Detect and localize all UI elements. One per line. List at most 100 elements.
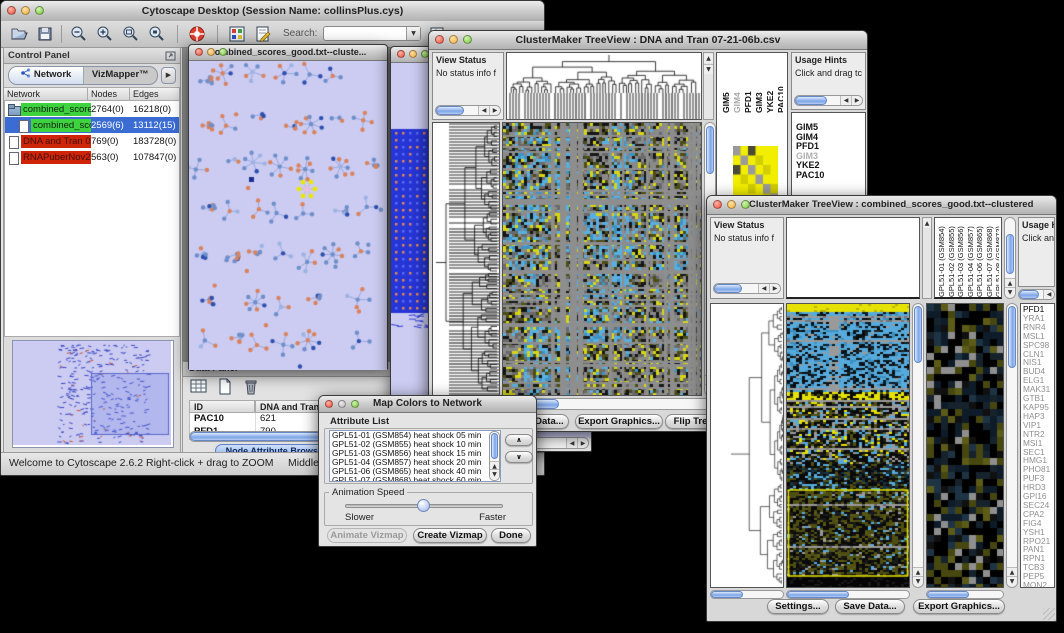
scroll-down-arrow[interactable]: ▼ (1005, 287, 1015, 297)
scrollbar-thumb[interactable] (436, 106, 464, 115)
column-dendrogram-canvas[interactable] (507, 53, 701, 119)
close-button[interactable] (325, 400, 333, 408)
attribute-list-vscrollbar[interactable]: ▲ ▼ (489, 431, 500, 481)
titlebar[interactable]: combined_scores_good.txt--cluste... (189, 45, 387, 61)
close-button[interactable] (7, 6, 16, 15)
scroll-down-arrow[interactable]: ▼ (913, 576, 923, 586)
zoom-out-icon[interactable] (69, 24, 89, 44)
zoom-window-button[interactable] (35, 6, 44, 15)
scrollbar-thumb[interactable] (714, 284, 742, 293)
save-data-button[interactable]: Save Data... (835, 599, 905, 614)
scrollbar-thumb[interactable] (706, 126, 714, 174)
scrollbar-thumb[interactable] (795, 96, 827, 105)
minimize-button[interactable] (338, 400, 346, 408)
search-dropdown-arrow[interactable]: ▼ (406, 27, 420, 40)
scrollbar-thumb[interactable] (1019, 290, 1039, 299)
open-file-icon[interactable] (9, 24, 29, 44)
scrollbar-thumb[interactable] (1008, 306, 1016, 368)
usage-hscrollbar[interactable]: ◀▶ (794, 95, 863, 106)
minimize-button[interactable] (409, 50, 417, 58)
column-label[interactable]: GPL51-08 (GSM872) (994, 219, 999, 297)
network-list-row[interactable]: DNA and Tran 07769(0)183728(0) (5, 133, 179, 149)
scrollbar-thumb[interactable] (711, 591, 743, 598)
zoom-hscrollbar[interactable] (926, 590, 1004, 599)
delete-attribute-icon[interactable] (241, 378, 261, 396)
select-attributes-icon[interactable] (189, 378, 209, 396)
zoom-window-button[interactable] (351, 400, 359, 408)
zoom-selected-icon[interactable] (147, 24, 167, 44)
network-canvas[interactable] (189, 61, 387, 370)
minimize-button[interactable] (449, 35, 458, 44)
slider-thumb[interactable] (417, 499, 430, 512)
save-icon[interactable] (35, 24, 55, 44)
column-label[interactable]: PAC10 (776, 55, 783, 113)
move-up-button[interactable]: ∧ (505, 434, 533, 446)
resize-grip[interactable] (1043, 608, 1055, 620)
close-button[interactable] (397, 50, 405, 58)
view-status-hscrollbar[interactable]: ◀▶ (435, 105, 501, 116)
scrollbar-thumb[interactable] (491, 433, 498, 459)
close-button[interactable] (195, 48, 203, 56)
dendrogram-hscrollbar[interactable] (710, 590, 784, 599)
settings-button[interactable]: Settings... (767, 599, 829, 614)
scroll-down-arrow[interactable]: ▼ (1007, 576, 1017, 586)
done-button[interactable]: Done (491, 528, 531, 543)
col-network[interactable]: Network (4, 87, 88, 101)
more-tabs-arrow[interactable]: ▶ (161, 67, 176, 84)
column-label[interactable]: GPL51-03 (GSM856) (956, 219, 966, 297)
attribute-listbox[interactable]: GPL51-01 (GSM854) heat shock 05 minGPL51… (329, 430, 501, 482)
labels-vscrollbar[interactable]: ▲ ▼ (1004, 217, 1016, 299)
view-status-hscrollbar[interactable]: ◀▶ (713, 283, 781, 294)
gene-label[interactable]: PAC10 (796, 171, 862, 181)
col-nodes[interactable]: Nodes (88, 87, 130, 101)
column-label[interactable]: GIM4 (732, 55, 743, 113)
scroll-down-arrow[interactable]: ▼ (704, 64, 713, 74)
gene-label[interactable]: MON2 (1023, 581, 1054, 588)
column-scroll-strip[interactable]: ▲ ▼ (703, 52, 714, 120)
scrollbar-thumb[interactable] (927, 591, 969, 598)
titlebar[interactable]: ClusterMaker TreeView : combined_scores_… (707, 196, 1056, 215)
move-down-button[interactable]: ∨ (505, 451, 533, 463)
scrollbar-thumb[interactable] (914, 306, 922, 363)
zoom-window-button[interactable] (741, 200, 750, 209)
column-label[interactable]: GPL51-02 (GSM855) (947, 219, 957, 297)
scroll-down-arrow[interactable]: ▼ (490, 469, 499, 479)
zoom-window-button[interactable] (219, 48, 227, 56)
zoom-in-icon[interactable] (95, 24, 115, 44)
sub-heatmap-canvas[interactable] (927, 304, 1003, 587)
column-dendrogram-panel[interactable] (786, 217, 920, 299)
titlebar[interactable]: Map Colors to Network (319, 396, 536, 413)
new-attribute-icon[interactable] (215, 378, 235, 396)
column-label[interactable]: GPL51-04 (GSM857) (966, 219, 976, 297)
titlebar[interactable]: Cytoscape Desktop (Session Name: collins… (1, 1, 544, 22)
column-label[interactable]: PFD1 (743, 55, 754, 113)
export-graphics-button[interactable]: Export Graphics... (575, 414, 663, 429)
minimize-button[interactable] (207, 48, 215, 56)
titlebar[interactable]: ClusterMaker TreeView : DNA and Tran 07-… (429, 31, 867, 50)
animate-vizmap-button[interactable]: Animate Vizmap (327, 528, 407, 543)
overview-canvas[interactable] (13, 341, 171, 445)
scroll-left-arrow[interactable]: ◀ (566, 438, 577, 448)
column-label[interactable]: GPL51-06 (GSM865) (975, 219, 985, 297)
heatmap-canvas[interactable] (787, 304, 909, 587)
tab-network[interactable]: Network (9, 67, 83, 84)
network-list-row[interactable]: combined_scores_2764(0)16218(0) (5, 101, 179, 117)
zoom-window-button[interactable] (463, 35, 472, 44)
zoom-vscrollbar[interactable]: ▲ ▼ (1006, 303, 1018, 588)
column-label[interactable]: YKE2 (765, 55, 776, 113)
minimize-button[interactable] (727, 200, 736, 209)
tab-vizmapper[interactable]: VizMapper™ (83, 67, 158, 84)
network-list-row[interactable]: RNAPuberNov2+563(0)107847(0) (5, 149, 179, 165)
close-button[interactable] (435, 35, 444, 44)
column-label[interactable]: GPL51-01 (GSM854) (937, 219, 947, 297)
float-panel-icon[interactable] (165, 51, 176, 61)
export-graphics-button[interactable]: Export Graphics... (913, 599, 1005, 614)
minimize-button[interactable] (21, 6, 30, 15)
attribute-item[interactable]: GPL51-07 (GSM868) heat shock 60 min (330, 476, 500, 482)
create-vizmap-button[interactable]: Create Vizmap (413, 528, 487, 543)
col-edges[interactable]: Edges (130, 87, 180, 101)
annotation-icon[interactable] (253, 24, 273, 44)
network-list-row[interactable]: combined_sco2569(6)13112(15) (5, 117, 179, 133)
col-id[interactable]: ID (189, 400, 255, 413)
column-label[interactable]: GIM5 (721, 55, 732, 113)
